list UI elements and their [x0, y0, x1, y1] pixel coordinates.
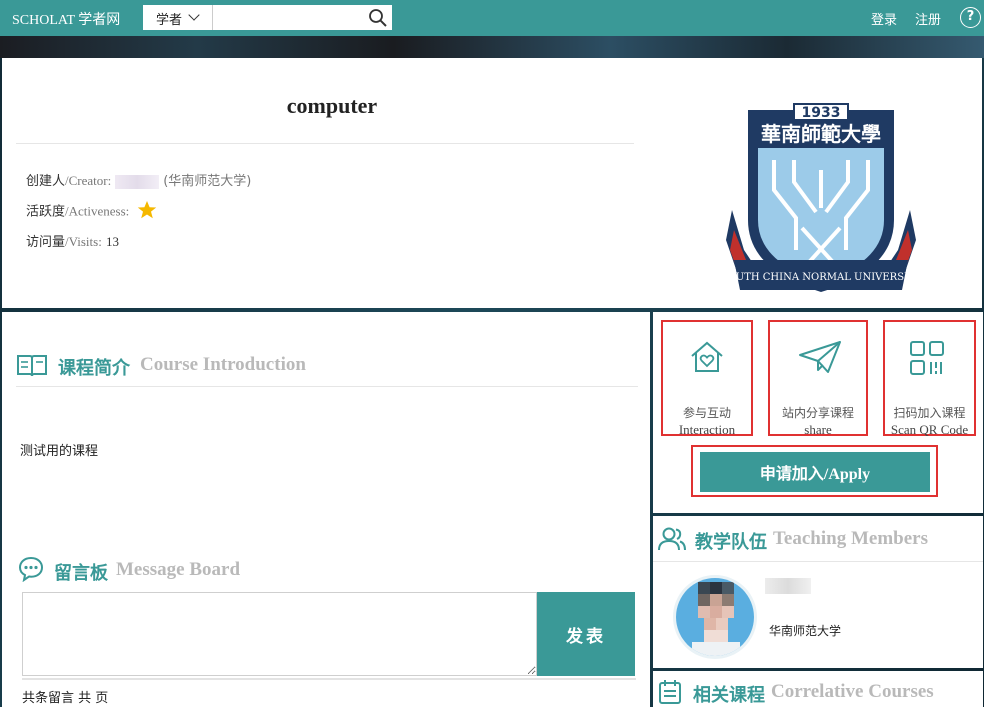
course-intro-text: 测试用的课程: [20, 444, 99, 459]
banner-background: [0, 36, 984, 58]
visits-label-en: /Visits:: [65, 234, 102, 249]
member-org: 华南师范大学: [769, 624, 842, 638]
teaching-members-heading: 教学队伍 Teaching Members: [657, 524, 977, 554]
home-heart-icon: [689, 340, 725, 378]
course-title: computer: [286, 93, 378, 118]
search-category-label: 学者: [156, 13, 183, 28]
creator-label-en: /Creator:: [65, 173, 112, 188]
teaching-members-panel: 教学队伍 Teaching Members 华南师范大学: [653, 516, 983, 668]
interaction-action[interactable]: 参与互动 Interaction: [661, 320, 753, 437]
users-icon: [657, 526, 687, 556]
interaction-label: 参与互动: [682, 406, 731, 420]
paper-plane-icon: [798, 340, 842, 378]
activeness-row: 活跃度/Activeness:: [26, 200, 157, 224]
course-intro-title: 课程简介: [58, 358, 130, 379]
share-action[interactable]: 站内分享课程 share: [768, 320, 868, 437]
divider: [16, 386, 638, 387]
chat-bubble-icon: [18, 556, 44, 586]
search-bar: 学者: [143, 5, 392, 30]
course-intro-title-en: Course Introduction: [140, 354, 306, 375]
related-courses-heading: 相关课程 Correlative Courses: [657, 677, 977, 707]
divider: [653, 561, 983, 562]
register-link[interactable]: 注册: [915, 9, 941, 28]
related-courses-title-en: Correlative Courses: [771, 681, 934, 702]
search-category-select[interactable]: 学者: [143, 5, 213, 30]
logo-name: 華南師範大學: [761, 122, 881, 146]
divider: [16, 143, 634, 144]
related-courses-panel: 相关课程 Correlative Courses: [653, 671, 983, 707]
member-name-blurred[interactable]: [765, 578, 811, 594]
site-logo[interactable]: SCHOLAT 学者网: [12, 9, 120, 29]
related-courses-title: 相关课程: [693, 685, 765, 706]
share-label: 站内分享课程: [781, 406, 854, 420]
message-board-heading: 留言板 Message Board: [16, 555, 636, 585]
visits-count: 13: [105, 234, 119, 249]
divider: [22, 678, 636, 680]
share-label-en: share: [804, 422, 832, 437]
message-stats: 共条留言 共 页: [22, 691, 109, 706]
message-board-title: 留言板: [54, 563, 108, 584]
creator-row: 创建人/Creator: (华南师范大学): [26, 170, 251, 189]
top-navbar: SCHOLAT 学者网 学者 登录 注册 ?: [0, 0, 984, 36]
interaction-label-en: Interaction: [678, 422, 736, 437]
submit-message-button[interactable]: 发表: [537, 592, 635, 676]
search-icon[interactable]: [367, 7, 389, 28]
left-content: 课程简介 Course Introduction 测试用的课程 留言板 Mess…: [2, 312, 650, 707]
qr-code-label-en: Scan QR Code: [890, 422, 969, 437]
star-icon: [137, 200, 157, 224]
creator-name-blurred[interactable]: [115, 174, 160, 189]
list-icon: [657, 679, 683, 707]
university-logo: 1933 華南師範大學 SOUTH CHINA NORMAL UNIVERSIT…: [721, 100, 922, 300]
activeness-label-en: /Activeness:: [65, 203, 130, 219]
message-board-title-en: Message Board: [116, 559, 241, 580]
creator-label: 创建人: [26, 174, 66, 189]
teaching-members-title: 教学队伍: [695, 532, 767, 553]
logo-ribbon-text: SOUTH CHINA NORMAL UNIVERSITY: [724, 272, 918, 283]
course-actions: 参与互动 Interaction 站内分享课程 share 扫码加入课程 Sca…: [653, 312, 983, 513]
help-icon[interactable]: ?: [960, 7, 981, 28]
login-link[interactable]: 登录: [871, 9, 897, 28]
visits-label: 访问量: [26, 235, 66, 250]
visits-row: 访问量/Visits: 13: [26, 231, 119, 250]
chevron-down-icon: [188, 9, 200, 21]
search-input[interactable]: [215, 7, 365, 28]
apply-highlight: 申请加入/Apply: [691, 445, 938, 497]
qr-code-action[interactable]: 扫码加入课程 Scan QR Code: [883, 320, 976, 437]
logo-year: 1933: [802, 105, 841, 121]
teaching-members-title-en: Teaching Members: [773, 528, 928, 549]
avatar[interactable]: [673, 575, 757, 659]
message-input[interactable]: [22, 592, 537, 676]
course-header: computer 创建人/Creator: (华南师范大学) 活跃度/Active…: [2, 58, 982, 308]
qr-code-label: 扫码加入课程: [893, 406, 966, 420]
book-icon: [16, 352, 48, 382]
activeness-label: 活跃度: [26, 204, 66, 220]
creator-org: (华南师范大学): [163, 174, 252, 189]
qr-code-icon: [909, 340, 945, 380]
apply-button[interactable]: 申请加入/Apply: [700, 452, 930, 492]
course-intro-heading: 课程简介 Course Introduction: [16, 350, 636, 380]
